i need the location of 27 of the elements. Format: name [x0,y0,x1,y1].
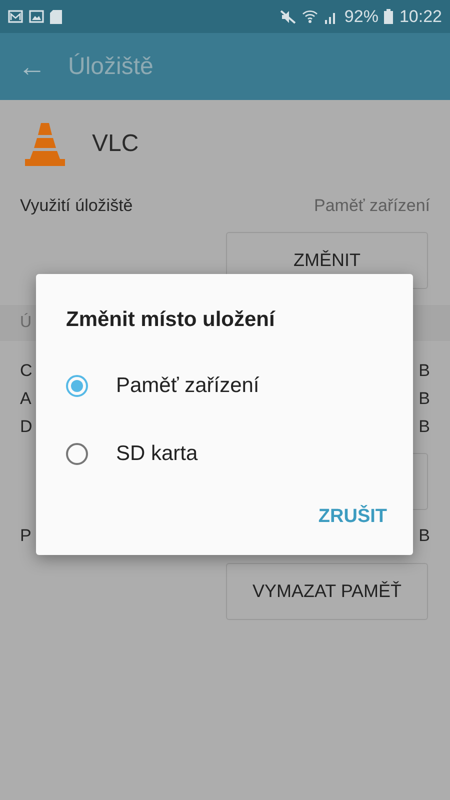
storage-value: Paměť zařízení [314,196,430,216]
row-value: B [418,417,430,437]
mail-icon [8,10,23,23]
image-icon [29,10,44,23]
row-label: D [20,417,32,437]
clear-cache-button[interactable]: VYMAZAT PAMĚŤ [226,563,428,620]
traffic-cone-icon [22,121,68,167]
row-label: C [20,361,32,381]
row-value: B [418,526,430,546]
storage-label: Využití úložiště [20,196,133,216]
screen-title: Úložiště [68,52,154,80]
row-value: B [418,361,430,381]
sd-card-icon [50,10,62,24]
clock: 10:22 [399,6,442,26]
mute-icon [280,10,296,24]
battery-percent: 92% [344,6,378,26]
row-label: P [20,526,32,546]
radio-option[interactable]: SD karta [66,420,383,488]
wifi-icon [302,9,318,24]
row-value: B [418,389,430,409]
radio-button[interactable] [66,443,88,465]
radio-option[interactable]: Paměť zařízení [66,352,383,420]
radio-button[interactable] [66,375,88,397]
row-label: A [20,389,32,409]
battery-icon [384,9,394,24]
dialog-title: Změnit místo uložení [66,308,276,332]
app-name: VLC [92,130,139,158]
